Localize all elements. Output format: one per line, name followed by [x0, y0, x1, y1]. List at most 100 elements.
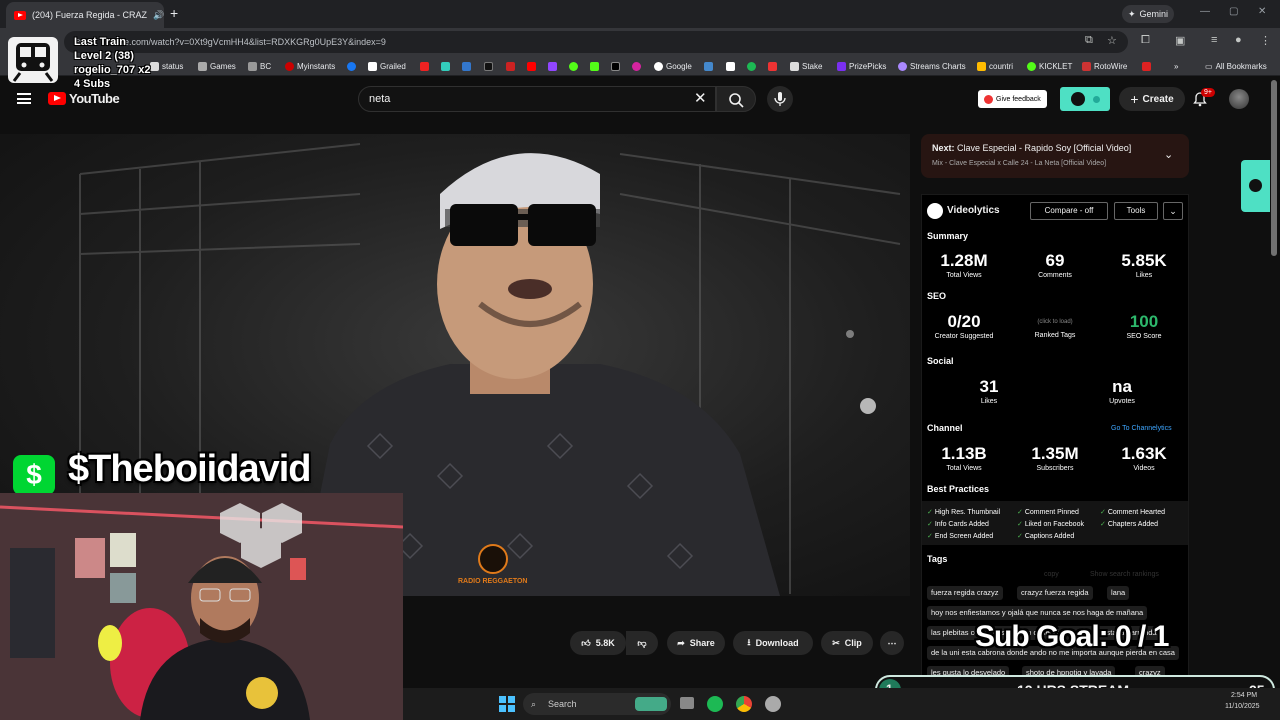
- next-prefix: Next:: [932, 143, 955, 153]
- bookmark-grailed[interactable]: Grailed: [368, 59, 406, 73]
- tag-chip[interactable]: fuerza regida crazyz: [927, 586, 1003, 600]
- bookmark-kicklet[interactable]: KICKLET: [1027, 59, 1072, 73]
- tag-chip[interactable]: crazyz fuerza regida: [1017, 586, 1093, 600]
- bookmark-label: BC: [260, 61, 272, 71]
- vidiq-side-tab[interactable]: [1241, 160, 1270, 212]
- google-icon: [654, 61, 663, 71]
- practice-item: Captions Added: [1017, 532, 1074, 540]
- bookmark-google[interactable]: Google: [654, 59, 692, 73]
- clip-button[interactable]: ✂ Clip: [821, 631, 873, 655]
- bookmark-9[interactable]: [1142, 59, 1151, 73]
- new-tab-button[interactable]: +: [170, 5, 178, 21]
- share-button[interactable]: ➦ Share: [667, 631, 725, 655]
- facebook-icon: [347, 61, 356, 71]
- tools-dropdown[interactable]: Tools: [1114, 202, 1158, 220]
- menu-icon[interactable]: [17, 93, 31, 104]
- games-icon: [198, 61, 207, 71]
- bookmark-sup[interactable]: [420, 59, 429, 73]
- bookmark-spotify[interactable]: [747, 59, 756, 73]
- bookmark-2[interactable]: [441, 59, 450, 73]
- spotify-icon[interactable]: [707, 696, 723, 712]
- extensions-icon[interactable]: ⧠: [1141, 34, 1150, 47]
- download-button[interactable]: ⭳ Download: [733, 631, 813, 655]
- bookmark-instagram[interactable]: [632, 59, 641, 73]
- bookmark-stake[interactable]: Stake: [790, 59, 822, 73]
- menu-dots-icon[interactable]: ⋮: [1260, 34, 1271, 47]
- bookmark-kick[interactable]: [590, 59, 599, 73]
- windows-start-icon[interactable]: [499, 696, 515, 712]
- bookmark-5[interactable]: [506, 59, 515, 73]
- bookmark-7[interactable]: [704, 59, 713, 73]
- bc-icon: [248, 61, 257, 71]
- close-window-icon[interactable]: ✕: [1258, 6, 1266, 17]
- bookmark-x[interactable]: [611, 59, 620, 73]
- bookmark-youtube[interactable]: [527, 59, 536, 73]
- collapse-chevron-icon[interactable]: ⌄: [1163, 202, 1183, 220]
- show-rankings-button[interactable]: Show search rankings: [1090, 571, 1159, 578]
- app-icon[interactable]: [765, 696, 781, 712]
- browser-tab[interactable]: (204) Fuerza Regida - CRAZ 🔊 ✕: [6, 2, 164, 28]
- clear-search-icon[interactable]: ✕: [694, 89, 707, 107]
- bookmark-6[interactable]: [569, 59, 578, 73]
- chevron-down-icon[interactable]: ⌄: [1164, 148, 1173, 161]
- bookmark-star-icon[interactable]: ☆: [1107, 34, 1117, 47]
- account-avatar[interactable]: [1229, 89, 1249, 109]
- search-button[interactable]: [716, 86, 756, 112]
- compare-button[interactable]: Compare - off: [1030, 202, 1108, 220]
- channelytics-link[interactable]: Go To Channelytics: [1111, 425, 1172, 432]
- upvotes-value: na: [1112, 377, 1132, 396]
- tag-chip[interactable]: lana: [1107, 586, 1130, 600]
- create-button[interactable]: + Create: [1119, 87, 1185, 111]
- bookmark-games[interactable]: Games: [198, 59, 236, 73]
- bookmark-streamscharts[interactable]: Streams Charts: [898, 59, 966, 73]
- vidiq-toggle[interactable]: [1060, 87, 1110, 111]
- gemini-button[interactable]: ✦ Gemini: [1122, 5, 1175, 23]
- bookmark-twitch[interactable]: [548, 59, 557, 73]
- bookmark-4[interactable]: [484, 59, 493, 73]
- bookmark-rotowire[interactable]: RotoWire: [1082, 59, 1127, 73]
- profile-icon[interactable]: ●: [1235, 34, 1242, 46]
- bookmark-3[interactable]: [462, 59, 471, 73]
- page-scrollbar[interactable]: [1271, 80, 1277, 256]
- clock-time[interactable]: 2:54 PM: [1231, 692, 1257, 699]
- bookmark-bc[interactable]: BC: [248, 59, 271, 73]
- ranked-tags-stat[interactable]: (click to load) Ranked Tags: [1015, 318, 1095, 339]
- bookmark-status[interactable]: status: [150, 59, 183, 73]
- bookmark-8[interactable]: [768, 59, 777, 73]
- search-input[interactable]: neta: [358, 86, 716, 112]
- sidepanel-icon[interactable]: ▣: [1175, 34, 1185, 47]
- bookmark-countri[interactable]: countri: [977, 59, 1013, 73]
- more-actions-button[interactable]: ⋯: [880, 631, 904, 655]
- up-next-box[interactable]: Next: Clave Especial - Rapido Soy [Offic…: [921, 134, 1189, 178]
- next-video-line: Next: Clave Especial - Rapido Soy [Offic…: [932, 143, 1131, 153]
- dislike-button[interactable]: 👎︎: [626, 631, 658, 655]
- minimize-icon[interactable]: —: [1200, 6, 1210, 17]
- clock-date[interactable]: 11/10/2025: [1225, 703, 1260, 710]
- bookmark-amazon[interactable]: [726, 59, 735, 73]
- bookmark-prizepicks[interactable]: PrizePicks: [837, 59, 886, 73]
- media-icon[interactable]: ≡: [1211, 34, 1217, 46]
- all-bookmarks[interactable]: ▭ All Bookmarks: [1205, 59, 1267, 73]
- tag-chip[interactable]: hoy nos enfiestamos y ojalá que nunca se…: [927, 606, 1148, 620]
- maximize-icon[interactable]: ▢: [1229, 6, 1238, 17]
- address-bar[interactable]: ⊜ ube.com/watch?v=0Xt9gVcmHH4&list=RDXKG…: [64, 31, 1128, 53]
- copy-tags-button[interactable]: copy: [1044, 571, 1059, 578]
- videos-label: Videos: [1133, 465, 1155, 472]
- youtube-logo[interactable]: YouTube: [48, 91, 120, 106]
- more-bookmarks-icon[interactable]: »: [1174, 59, 1178, 73]
- give-feedback-button[interactable]: Give feedback: [978, 90, 1047, 108]
- total-views-label: Total Views: [946, 272, 982, 279]
- bookmark-facebook[interactable]: [347, 59, 356, 73]
- taskbar-search[interactable]: ⌕ Search: [523, 693, 671, 715]
- install-icon[interactable]: ⧉: [1085, 34, 1093, 47]
- task-view-icon[interactable]: [680, 697, 694, 709]
- bookmark-myinstants[interactable]: Myinstants: [285, 59, 335, 73]
- likes-stat: 5.85K Likes: [1104, 251, 1184, 279]
- countri-icon: [977, 61, 986, 71]
- webcam-feed: [0, 493, 403, 720]
- like-button[interactable]: 👍︎ 5.8K: [570, 631, 626, 655]
- search-highlight-icon: [635, 697, 667, 711]
- chrome-icon[interactable]: [736, 696, 752, 712]
- url-text: ube.com/watch?v=0Xt9gVcmHH4&list=RDXKGRg…: [114, 37, 386, 47]
- voice-search-button[interactable]: [767, 86, 793, 112]
